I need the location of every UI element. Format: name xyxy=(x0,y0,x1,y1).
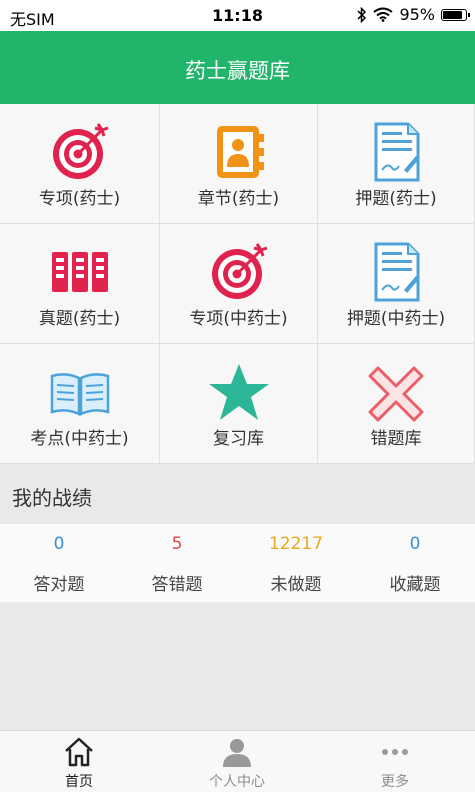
tab-home[interactable]: 首页 xyxy=(0,731,158,792)
more-icon xyxy=(382,749,408,755)
tab-profile[interactable]: 个人中心 xyxy=(158,731,316,792)
stat-label: 未做题 xyxy=(270,575,322,595)
grid-item-label: 真题(药士) xyxy=(38,309,121,329)
grid-item-label: 专项(药士) xyxy=(38,189,121,209)
section-title: 我的战绩 xyxy=(12,486,92,510)
open-book-icon xyxy=(50,373,109,416)
page-title: 药士赢题库 xyxy=(185,59,290,83)
document-icon xyxy=(374,122,420,182)
stat-wrong[interactable]: 5 答错题 xyxy=(118,524,236,602)
stat-label: 答对题 xyxy=(33,575,85,595)
stat-favorites[interactable]: 0 收藏题 xyxy=(356,524,474,602)
section-header: 我的战绩 xyxy=(0,464,475,524)
grid-item-label: 专项(中药士) xyxy=(189,309,288,329)
wifi-icon xyxy=(373,7,394,22)
grid-item-label: 押题(中药士) xyxy=(346,309,446,329)
stat-value: 0 xyxy=(409,534,421,554)
contact-book-icon xyxy=(216,126,264,178)
bluetooth-icon xyxy=(357,6,367,23)
grid-item-review-bank[interactable]: 复习库 xyxy=(160,344,318,464)
nav-bar: 药士赢题库 xyxy=(0,31,475,104)
grid-item-label: 章节(药士) xyxy=(197,189,280,209)
document-icon xyxy=(374,242,420,302)
stat-value: 0 xyxy=(53,534,65,554)
grid-item-predict-pharmacist[interactable]: 押题(药士) xyxy=(318,104,475,224)
binders-icon xyxy=(51,252,108,292)
home-icon xyxy=(65,737,93,767)
grid-item-specialty-pharmacist[interactable]: 专项(药士) xyxy=(0,104,160,224)
stat-correct[interactable]: 0 答对题 xyxy=(0,524,118,602)
cross-icon xyxy=(368,366,424,422)
empty-area xyxy=(0,602,475,730)
target-icon xyxy=(211,243,267,299)
stat-undone[interactable]: 12217 未做题 xyxy=(237,524,355,602)
grid-item-chapter-pharmacist[interactable]: 章节(药士) xyxy=(160,104,318,224)
status-bar: 无SIM 11:18 95% xyxy=(0,0,475,31)
grid-item-specialty-tcm[interactable]: 专项(中药士) xyxy=(160,224,318,344)
battery-level xyxy=(443,10,462,19)
stat-value: 5 xyxy=(171,534,183,554)
tab-bar: 首页 个人中心 更多 xyxy=(0,730,475,792)
grid-item-label: 押题(药士) xyxy=(355,189,437,209)
grid-item-predict-tcm[interactable]: 押题(中药士) xyxy=(318,224,475,344)
grid-item-keypoints-tcm[interactable]: 考点(中药士) xyxy=(0,344,160,464)
status-icons: 95% xyxy=(357,5,470,24)
feature-grid: 专项(药士) 章节(药士) 押题(药士) 真题(药士) 专项(中药士) 押题(中… xyxy=(0,104,475,464)
grid-item-label: 错题库 xyxy=(370,429,422,449)
star-icon xyxy=(208,364,269,420)
tab-label: 更多 xyxy=(381,774,409,790)
battery-icon xyxy=(441,8,470,21)
stats-row: 0 答对题 5 答错题 12217 未做题 0 收藏题 xyxy=(0,524,475,602)
grid-item-wrong-bank[interactable]: 错题库 xyxy=(318,344,475,464)
battery-percent: 95% xyxy=(399,5,435,24)
tab-more[interactable]: 更多 xyxy=(316,731,474,792)
stat-value: 12217 xyxy=(268,534,324,554)
stat-label: 答错题 xyxy=(151,575,203,595)
person-icon xyxy=(223,739,251,767)
stat-label: 收藏题 xyxy=(389,575,441,595)
grid-item-label: 复习库 xyxy=(213,429,264,449)
grid-item-exam-pharmacist[interactable]: 真题(药士) xyxy=(0,224,160,344)
target-icon xyxy=(52,123,108,179)
tab-label: 个人中心 xyxy=(209,774,265,790)
tab-label: 首页 xyxy=(65,774,93,790)
grid-item-label: 考点(中药士) xyxy=(30,429,129,449)
